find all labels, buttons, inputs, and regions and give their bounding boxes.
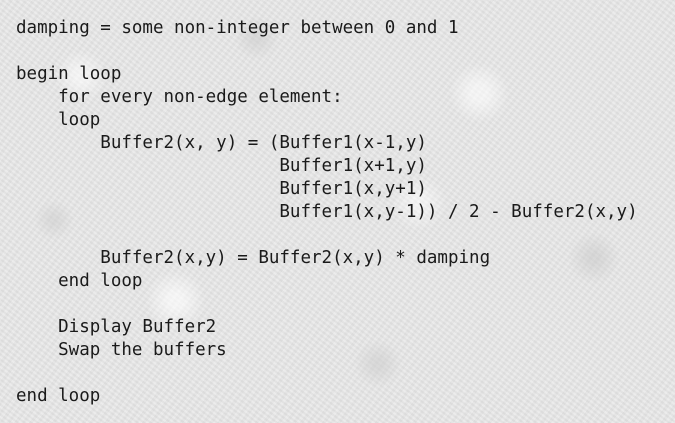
code-line-damping: damping = some non-integer between 0 and…: [16, 18, 459, 38]
code-line-inner-loop: loop: [16, 110, 101, 130]
code-line-buffer1-y-plus: Buffer1(x,y+1): [16, 179, 427, 199]
code-line-damping-apply: Buffer2(x,y) = Buffer2(x,y) * damping: [16, 248, 491, 268]
code-line-begin-loop: begin loop: [16, 64, 122, 84]
pseudocode-block: damping = some non-integer between 0 and…: [16, 17, 638, 408]
textured-paper-background: damping = some non-integer between 0 and…: [0, 0, 675, 423]
code-line-end-loop: end loop: [16, 386, 101, 406]
code-line-for-every: for every non-edge element:: [16, 87, 343, 107]
code-line-buffer2-assign: Buffer2(x, y) = (Buffer1(x-1,y): [16, 133, 427, 153]
code-line-buffer1-y-minus: Buffer1(x,y-1)) / 2 - Buffer2(x,y): [16, 202, 638, 222]
code-line-swap: Swap the buffers: [16, 340, 227, 360]
code-line-end-inner-loop: end loop: [16, 271, 143, 291]
code-line-buffer1-x-plus: Buffer1(x+1,y): [16, 156, 427, 176]
code-line-display: Display Buffer2: [16, 317, 217, 337]
